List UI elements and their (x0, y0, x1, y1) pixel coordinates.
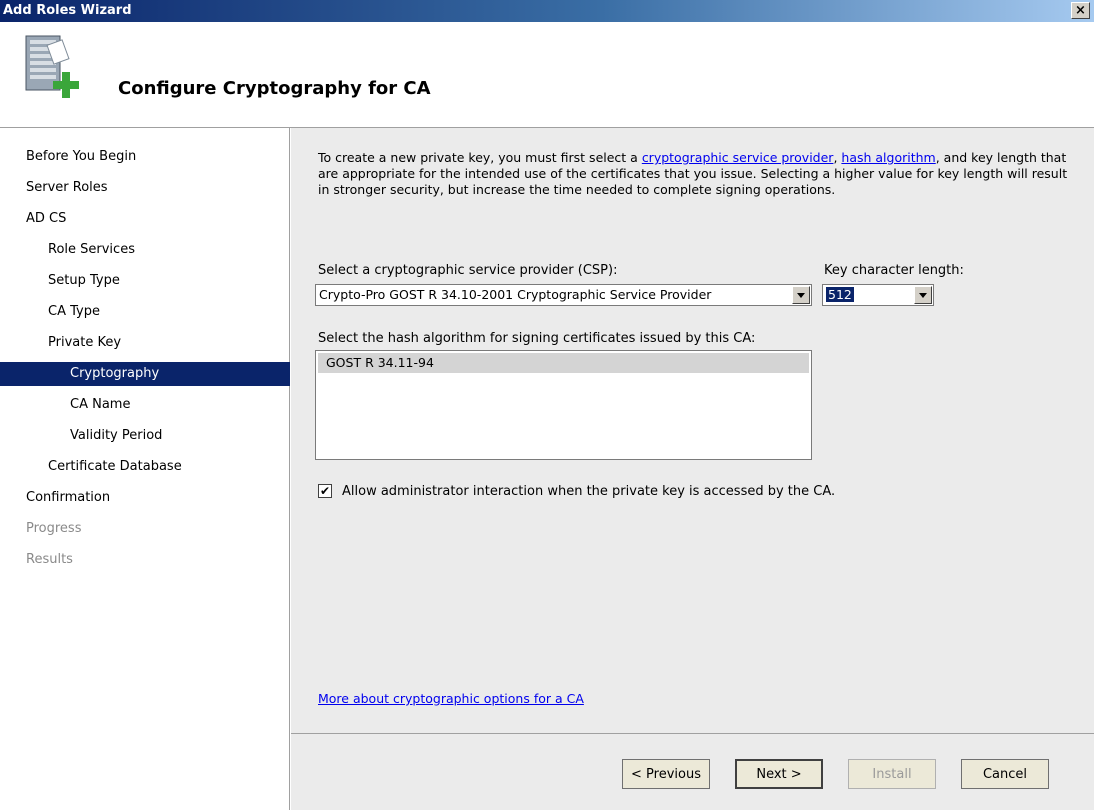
key-length-dropdown[interactable]: 512 (822, 284, 934, 306)
wizard-steps-sidebar: Before You Begin Server Roles AD CS Role… (0, 128, 290, 810)
admin-interaction-checkbox[interactable]: ✔ (318, 484, 332, 498)
window-title: Add Roles Wizard (3, 3, 132, 18)
step-certificate-database[interactable]: Certificate Database (0, 455, 290, 479)
cancel-button[interactable]: Cancel (961, 759, 1049, 789)
step-cryptography[interactable]: Cryptography (0, 362, 290, 386)
more-about-crypto-link[interactable]: More about cryptographic options for a C… (318, 691, 584, 706)
step-ad-cs[interactable]: AD CS (0, 207, 290, 231)
close-button[interactable]: × (1071, 2, 1090, 19)
previous-button[interactable]: < Previous (622, 759, 710, 789)
chevron-down-icon[interactable] (792, 286, 810, 304)
page-title: Configure Cryptography for CA (118, 78, 431, 99)
step-results: Results (26, 552, 73, 567)
next-button[interactable]: Next > (735, 759, 823, 789)
step-server-roles[interactable]: Server Roles (0, 176, 290, 200)
main-content: To create a new private key, you must fi… (291, 128, 1094, 733)
csp-selected-value: Crypto-Pro GOST R 34.10-2001 Cryptograph… (319, 287, 712, 302)
wizard-footer: < Previous Next > Install Cancel (291, 733, 1094, 810)
step-confirmation[interactable]: Confirmation (0, 486, 290, 510)
hash-algorithm-label: Select the hash algorithm for signing ce… (318, 331, 756, 346)
hash-algorithm-list[interactable]: GOST R 34.11-94 (315, 350, 812, 460)
step-private-key[interactable]: Private Key (0, 331, 290, 355)
wizard-header: Configure Cryptography for CA (0, 22, 1094, 128)
list-item[interactable]: GOST R 34.11-94 (318, 353, 809, 373)
description-text: To create a new private key, you must fi… (318, 150, 1068, 197)
admin-interaction-label[interactable]: Allow administrator interaction when the… (342, 484, 835, 499)
key-length-label: Key character length: (824, 263, 964, 278)
csp-dropdown[interactable]: Crypto-Pro GOST R 34.10-2001 Cryptograph… (315, 284, 812, 306)
step-role-services[interactable]: Role Services (0, 238, 290, 262)
step-ca-name[interactable]: CA Name (0, 393, 290, 417)
step-validity-period[interactable]: Validity Period (0, 424, 290, 448)
csp-help-link[interactable]: cryptographic service provider (642, 150, 834, 165)
title-bar: Add Roles Wizard × (0, 0, 1094, 22)
step-progress: Progress (26, 521, 82, 536)
install-button: Install (848, 759, 936, 789)
key-length-selected-value: 512 (826, 287, 854, 302)
step-before-you-begin[interactable]: Before You Begin (0, 145, 290, 169)
hash-algorithm-help-link[interactable]: hash algorithm (841, 150, 935, 165)
chevron-down-icon[interactable] (914, 286, 932, 304)
step-ca-type[interactable]: CA Type (0, 300, 290, 324)
csp-label: Select a cryptographic service provider … (318, 263, 618, 278)
close-icon: × (1075, 3, 1086, 18)
checkmark-icon: ✔ (319, 484, 331, 498)
step-setup-type[interactable]: Setup Type (0, 269, 290, 293)
server-add-icon (25, 35, 79, 98)
